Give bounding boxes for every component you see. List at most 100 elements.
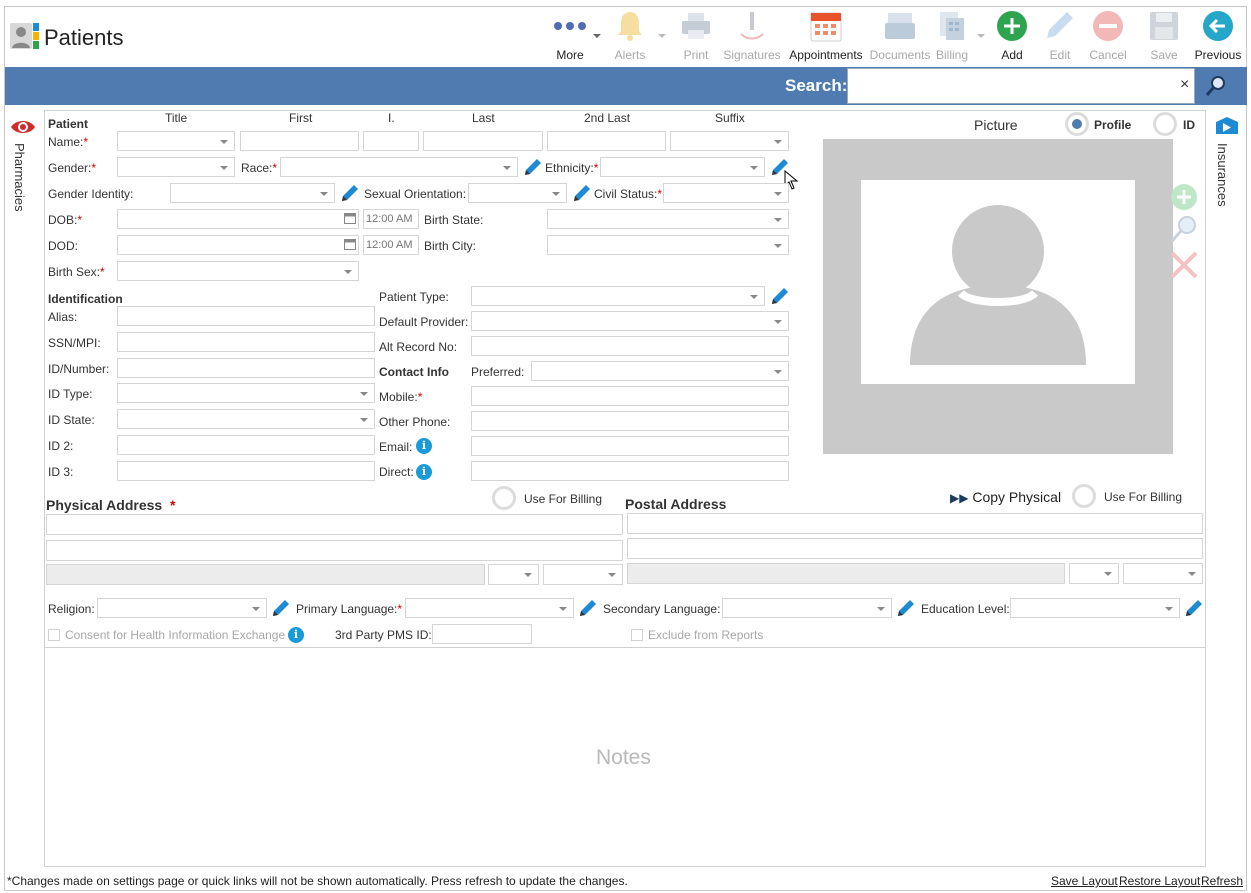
id3-input[interactable]: [117, 461, 375, 481]
birth-state-select[interactable]: [547, 209, 789, 229]
postal-use-for-billing-radio[interactable]: [1072, 484, 1096, 508]
copy-physical-button[interactable]: ▶▶ Copy Physical: [950, 489, 1061, 505]
id2-input[interactable]: [117, 435, 375, 455]
pharmacies-tab[interactable]: Pharmacies: [12, 143, 27, 212]
profile-label: Profile: [1094, 118, 1132, 132]
id-state-select[interactable]: [117, 409, 375, 429]
insurances-tab[interactable]: Insurances: [1215, 143, 1230, 207]
race-edit-pencil-icon[interactable]: [523, 158, 542, 177]
dob-time-input[interactable]: [363, 209, 419, 229]
alerts-button[interactable]: Alerts: [600, 9, 660, 65]
search-input[interactable]: [847, 68, 1195, 104]
ethnicity-select[interactable]: [600, 157, 765, 177]
physical-state-select[interactable]: [488, 564, 539, 585]
patient-type-edit-pencil-icon[interactable]: [770, 287, 789, 306]
gender-select[interactable]: [117, 157, 235, 177]
preferred-contact-select[interactable]: [531, 361, 789, 381]
postal-zip-select[interactable]: [1123, 563, 1203, 584]
pms-id-label: 3rd Party PMS ID:: [335, 628, 432, 642]
photo-delete-icon[interactable]: [1169, 250, 1199, 280]
id-radio[interactable]: [1153, 112, 1177, 136]
dob-calendar-icon[interactable]: [344, 212, 356, 224]
first-name-input[interactable]: [240, 131, 359, 151]
patient-type-select[interactable]: [471, 286, 765, 306]
physical-address-line2[interactable]: [46, 540, 623, 561]
physical-address-line1[interactable]: [46, 514, 623, 535]
race-select[interactable]: [280, 157, 518, 177]
email-info-icon[interactable]: i: [416, 438, 432, 454]
direct-input[interactable]: [471, 461, 789, 481]
religion-select[interactable]: [97, 598, 267, 618]
religion-edit-pencil-icon[interactable]: [271, 599, 290, 618]
alias-input[interactable]: [117, 306, 375, 326]
religion-label: Religion:: [48, 602, 95, 616]
default-provider-select[interactable]: [471, 311, 789, 331]
postal-city-input[interactable]: [627, 563, 1065, 584]
birth-sex-select[interactable]: [117, 261, 359, 281]
search-clear-icon[interactable]: ×: [1180, 76, 1189, 94]
physical-zip-select[interactable]: [543, 564, 623, 585]
search-icon[interactable]: [1205, 75, 1227, 97]
photo-add-icon[interactable]: [1169, 182, 1199, 212]
dob-input[interactable]: [117, 209, 359, 229]
ssn-input[interactable]: [117, 332, 375, 352]
last-name-input[interactable]: [423, 131, 543, 151]
civil-status-select[interactable]: [663, 183, 789, 203]
birth-city-select[interactable]: [547, 235, 789, 255]
alerts-dropdown-icon[interactable]: [658, 34, 666, 38]
secondary-language-edit-pencil-icon[interactable]: [896, 599, 915, 618]
more-button[interactable]: More: [540, 9, 600, 65]
primary-language-edit-pencil-icon[interactable]: [578, 599, 597, 618]
save-button[interactable]: Save: [1134, 9, 1194, 65]
signature-icon: [722, 9, 782, 43]
printer-icon: [666, 9, 726, 43]
refresh-link[interactable]: Refresh: [1201, 874, 1243, 888]
fast-forward-icon: ▶▶: [950, 491, 969, 505]
postal-state-select[interactable]: [1069, 563, 1119, 584]
postal-address-line1[interactable]: [627, 513, 1203, 534]
other-phone-label: Other Phone:: [379, 415, 451, 429]
postal-address-line2[interactable]: [627, 538, 1203, 559]
consent-checkbox[interactable]: [48, 629, 60, 641]
initial-input[interactable]: [363, 131, 419, 151]
gender-identity-select[interactable]: [170, 183, 335, 203]
exclude-from-reports-checkbox[interactable]: [631, 629, 643, 641]
previous-button[interactable]: Previous: [1188, 9, 1248, 65]
gender-identity-edit-pencil-icon[interactable]: [340, 184, 359, 203]
dod-calendar-icon[interactable]: [344, 238, 356, 250]
education-level-select[interactable]: [1010, 598, 1180, 618]
second-last-input[interactable]: [547, 131, 666, 151]
restore-layout-link[interactable]: Restore Layout: [1119, 874, 1200, 888]
primary-language-select[interactable]: [405, 598, 574, 618]
insurance-flag-icon[interactable]: [1214, 116, 1240, 138]
id-type-select[interactable]: [117, 383, 375, 403]
pms-id-input[interactable]: [432, 624, 532, 644]
direct-info-icon[interactable]: i: [416, 464, 432, 480]
id-number-input[interactable]: [117, 358, 375, 378]
appointments-button[interactable]: Appointments: [786, 9, 866, 65]
email-input[interactable]: [471, 436, 789, 456]
pharmacy-eye-icon[interactable]: [10, 117, 36, 137]
suffix-select[interactable]: [670, 131, 789, 151]
dod-time-input[interactable]: [363, 235, 419, 255]
mobile-input[interactable]: [471, 386, 789, 406]
sexual-orientation-select[interactable]: [468, 183, 567, 203]
col-suffix: Suffix: [715, 111, 745, 125]
consent-info-icon[interactable]: i: [288, 627, 304, 643]
profile-radio[interactable]: [1065, 112, 1089, 136]
billing-button[interactable]: Billing: [922, 9, 982, 65]
dod-input[interactable]: [117, 235, 359, 255]
save-layout-link[interactable]: Save Layout: [1051, 874, 1118, 888]
alt-record-input[interactable]: [471, 336, 789, 356]
physical-city-input[interactable]: [46, 564, 485, 585]
secondary-language-select[interactable]: [722, 598, 892, 618]
photo-zoom-icon[interactable]: [1169, 214, 1199, 244]
signatures-button[interactable]: Signatures: [722, 9, 782, 65]
sexual-orientation-edit-pencil-icon[interactable]: [572, 184, 591, 203]
education-level-edit-pencil-icon[interactable]: [1184, 599, 1203, 618]
other-phone-input[interactable]: [471, 411, 789, 431]
physical-use-for-billing-radio[interactable]: [492, 486, 516, 510]
title-select[interactable]: [117, 131, 235, 151]
print-button[interactable]: Print: [666, 9, 726, 65]
cancel-button[interactable]: Cancel: [1078, 9, 1138, 65]
